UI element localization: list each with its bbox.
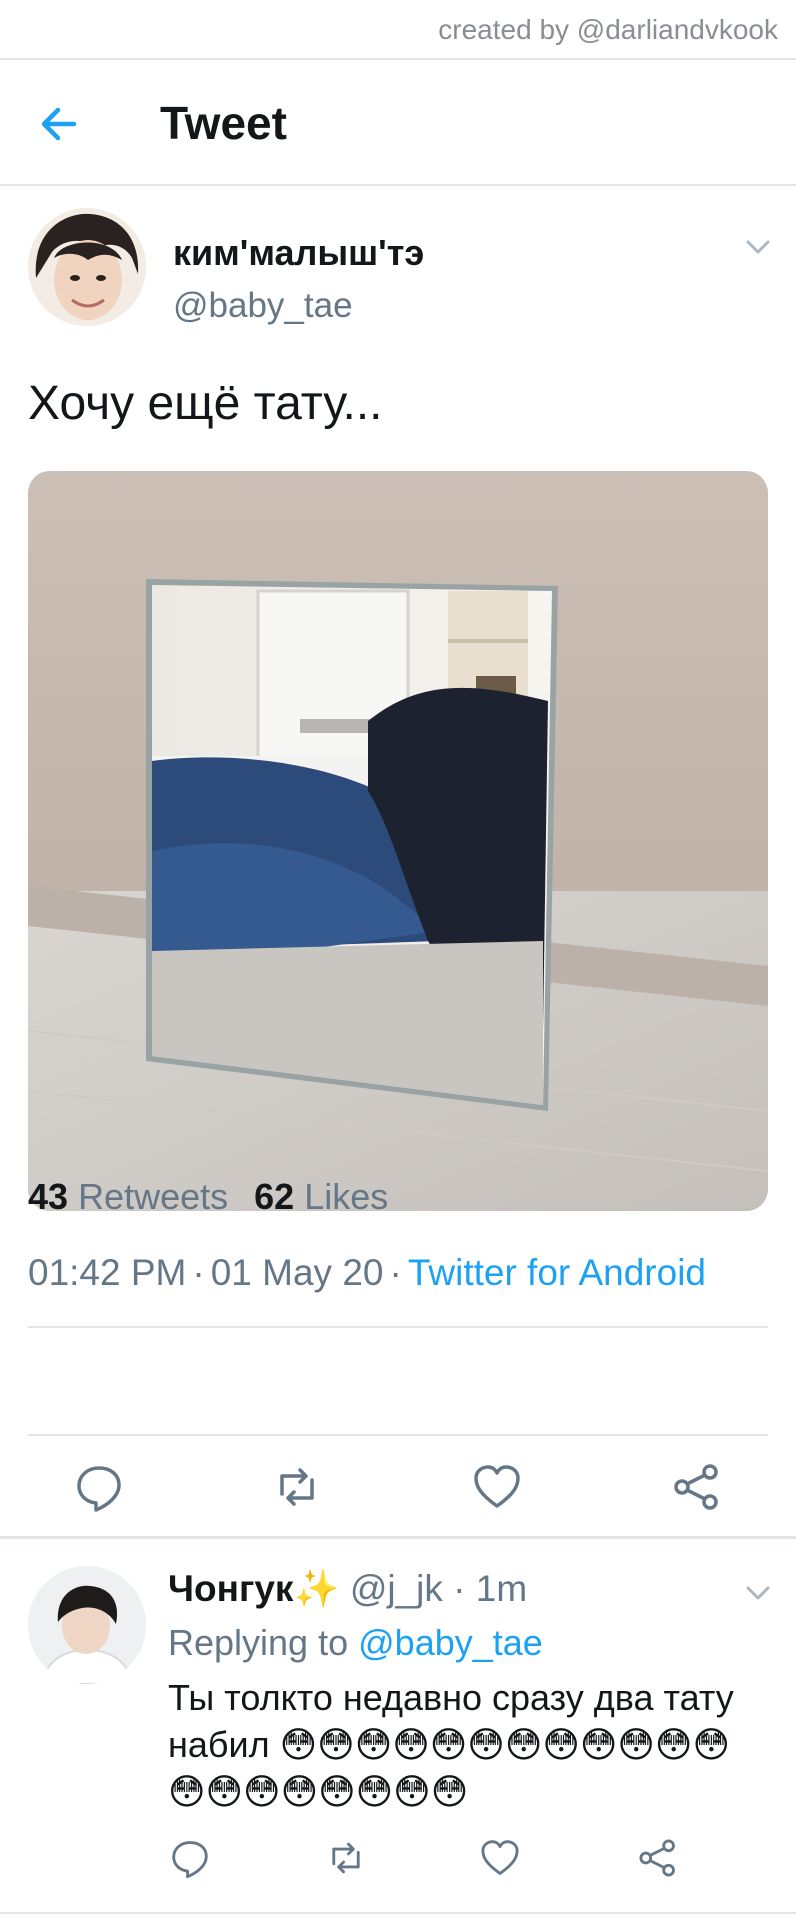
reply-more-options-button[interactable] [738,1578,778,1608]
sparkle-emoji: ✨ [293,1568,340,1609]
arrow-left-icon [41,107,77,141]
retweets-label: Retweets [78,1176,229,1217]
tweet-actions [0,1460,796,1540]
heart-icon [474,1465,520,1508]
divider [28,1326,768,1328]
avatar-image [28,208,146,326]
retweets-count: 43 [28,1176,69,1217]
reply-text: Ты толкто недавно сразу два тату набил 😳… [168,1677,734,1812]
likes-label: Likes [304,1176,389,1217]
share-button[interactable] [670,1460,724,1514]
likes-stat[interactable]: 62 Likes [254,1176,388,1217]
retweet-icon [280,1468,314,1506]
replying-to: Replying to @baby_tae [168,1622,543,1664]
reply-actions [0,1836,796,1906]
replying-prefix: Replying to [168,1622,349,1663]
tweet-text: Хочу ещё тату... [28,377,383,430]
reply-button[interactable] [72,1460,126,1514]
tweet-source-link[interactable]: Twitter for Android [408,1252,706,1293]
likes-count: 62 [254,1176,295,1217]
mirror-photo [28,471,768,1211]
tweet-stats: 43 Retweets 62 Likes [28,1176,388,1218]
reply-handle[interactable]: @j_jk [350,1568,443,1609]
user-handle[interactable]: @baby_tae [173,286,353,326]
divider [0,184,796,186]
more-options-button[interactable] [738,232,778,262]
reply-share-button[interactable] [636,1836,680,1880]
page-title: Tweet [160,97,287,149]
tweet-time: 01:42 PM [28,1252,187,1293]
retweet-icon [332,1842,360,1874]
reply-icon [77,1466,121,1512]
retweets-stat[interactable]: 43 Retweets [28,1176,228,1217]
share-icon [674,1464,718,1510]
avatar[interactable] [28,1566,146,1684]
tweet-meta: 01:42 PM · 01 May 20 · Twitter for Android [28,1252,706,1293]
replying-mention-link[interactable]: @baby_tae [358,1622,543,1663]
share-icon [639,1839,675,1877]
retweet-button[interactable] [270,1460,324,1514]
watermark-text: created by @darliandvkook [438,14,778,45]
chevron-down-icon [746,1586,770,1600]
like-button[interactable] [470,1460,524,1514]
divider [0,1536,796,1539]
reply-display-name[interactable]: Чонгук [168,1568,293,1609]
reply-retweet-button[interactable] [324,1836,368,1880]
reply-header: Чонгук✨ @j_jk · 1m [168,1568,528,1609]
avatar[interactable] [28,208,146,326]
reply-time: 1m [475,1568,528,1609]
avatar-image [28,1566,146,1684]
tweet-image[interactable] [28,471,768,1211]
reply-like-button[interactable] [478,1836,522,1880]
divider [0,1912,796,1914]
reply-icon [172,1841,208,1879]
chevron-down-icon [746,240,770,254]
heart-icon [481,1840,519,1875]
back-button[interactable] [34,98,86,150]
top-bar: Tweet [0,60,796,184]
display-name[interactable]: ким'малыш'тэ [173,232,424,274]
divider [28,1434,768,1436]
tweet-date: 01 May 20 [210,1252,384,1293]
reply-reply-button[interactable] [168,1836,212,1880]
